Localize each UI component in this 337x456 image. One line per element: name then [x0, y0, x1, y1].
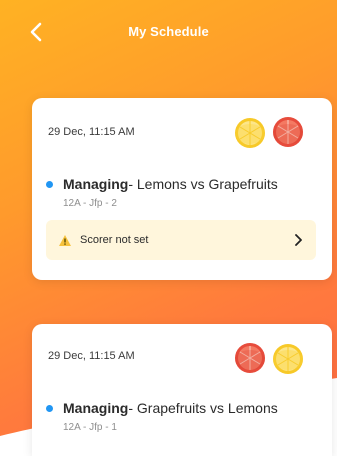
schedule-card[interactable]: 29 Dec, 11:15 AM Managing - Lemons vs Gr…: [32, 98, 332, 280]
scorer-alert[interactable]: Scorer not set: [46, 220, 316, 260]
match-title: Managing - Grapefruits vs Lemons: [46, 400, 278, 416]
chevron-right-icon: [294, 234, 302, 246]
alert-text: Scorer not set: [80, 234, 149, 246]
app-header: My Schedule: [0, 0, 337, 64]
team-icons: [235, 117, 303, 148]
lemon-icon: [273, 344, 303, 374]
schedule-card[interactable]: 29 Dec, 11:15 AM Managing - Grapefruits …: [32, 324, 332, 456]
status-dot: [46, 404, 53, 412]
match-title: Managing - Lemons vs Grapefruits: [46, 176, 278, 192]
match-role: Managing: [63, 176, 129, 192]
match-teams: - Lemons vs Grapefruits: [128, 176, 278, 192]
grapefruit-icon: [273, 117, 303, 147]
page-title: My Schedule: [128, 24, 209, 39]
match-role: Managing: [63, 400, 129, 416]
warning-icon: [58, 234, 72, 247]
status-dot: [46, 180, 53, 188]
grapefruit-icon: [235, 343, 265, 373]
match-datetime: 29 Dec, 11:15 AM: [48, 350, 135, 362]
team-icons: [235, 343, 303, 374]
match-teams: - Grapefruits vs Lemons: [128, 400, 278, 416]
match-details: 12A - Jfp - 2: [63, 198, 117, 209]
lemon-icon: [235, 118, 265, 148]
match-details: 12A - Jfp - 1: [63, 422, 117, 433]
match-datetime: 29 Dec, 11:15 AM: [48, 126, 135, 138]
